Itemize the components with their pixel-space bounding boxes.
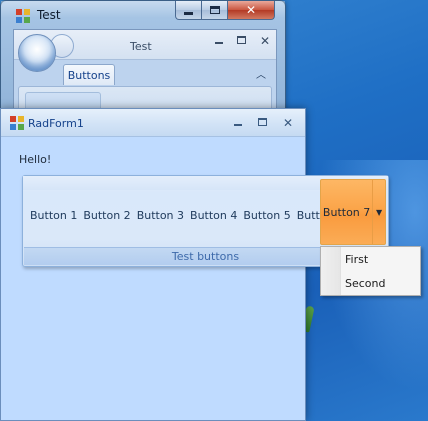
- button-row: Button 1 Button 2 Button 3 Button 4 Butt…: [27, 206, 347, 224]
- radform1-titlebar[interactable]: RadForm1 ✕: [1, 109, 305, 137]
- button-1[interactable]: Button 1: [27, 207, 80, 224]
- button-4[interactable]: Button 4: [187, 207, 240, 224]
- minimize-icon: [184, 11, 193, 15]
- menu-item-first[interactable]: First: [321, 247, 420, 271]
- test-window[interactable]: Test ✕ Test ✕ Buttons ︿: [0, 0, 286, 126]
- maximize-icon[interactable]: [236, 36, 246, 44]
- chevron-up-icon[interactable]: ︿: [256, 66, 266, 81]
- split-button-dropdown-menu: First Second: [320, 246, 421, 296]
- application-menu-button[interactable]: [18, 34, 56, 72]
- button-5[interactable]: Button 5: [240, 207, 293, 224]
- close-icon[interactable]: ✕: [283, 117, 293, 129]
- button-3[interactable]: Button 3: [134, 207, 187, 224]
- split-button-7[interactable]: Button 7 ▼: [320, 179, 386, 245]
- ribbon-title: Test: [130, 40, 152, 53]
- button-2[interactable]: Button 2: [80, 207, 133, 224]
- menu-item-second[interactable]: Second: [321, 271, 420, 295]
- ribbon-caption-buttons: ✕: [214, 35, 270, 47]
- close-icon[interactable]: ✕: [260, 35, 270, 47]
- maximize-icon: [209, 6, 220, 14]
- app-icon: [9, 115, 25, 131]
- minimize-icon[interactable]: [233, 124, 242, 126]
- app-icon: [15, 8, 31, 24]
- test-window-title: Test: [37, 8, 61, 22]
- minimize-icon[interactable]: [214, 42, 223, 44]
- dropdown-arrow-icon[interactable]: ▼: [373, 180, 385, 244]
- hello-label: Hello!: [19, 153, 52, 166]
- close-icon: ✕: [245, 3, 257, 17]
- radform1-title: RadForm1: [28, 117, 84, 130]
- maximize-icon[interactable]: [257, 118, 267, 126]
- close-button[interactable]: ✕: [228, 1, 275, 20]
- ribbon-titlebar: Test ✕: [14, 30, 276, 72]
- maximize-button[interactable]: [202, 1, 228, 20]
- test-window-caption-buttons: ✕: [175, 1, 275, 20]
- tab-buttons[interactable]: Buttons: [63, 64, 115, 85]
- radform1-caption-buttons: ✕: [233, 117, 293, 129]
- minimize-button[interactable]: [175, 1, 202, 20]
- split-button-main[interactable]: Button 7: [321, 180, 374, 244]
- test-window-titlebar[interactable]: Test ✕: [1, 1, 285, 29]
